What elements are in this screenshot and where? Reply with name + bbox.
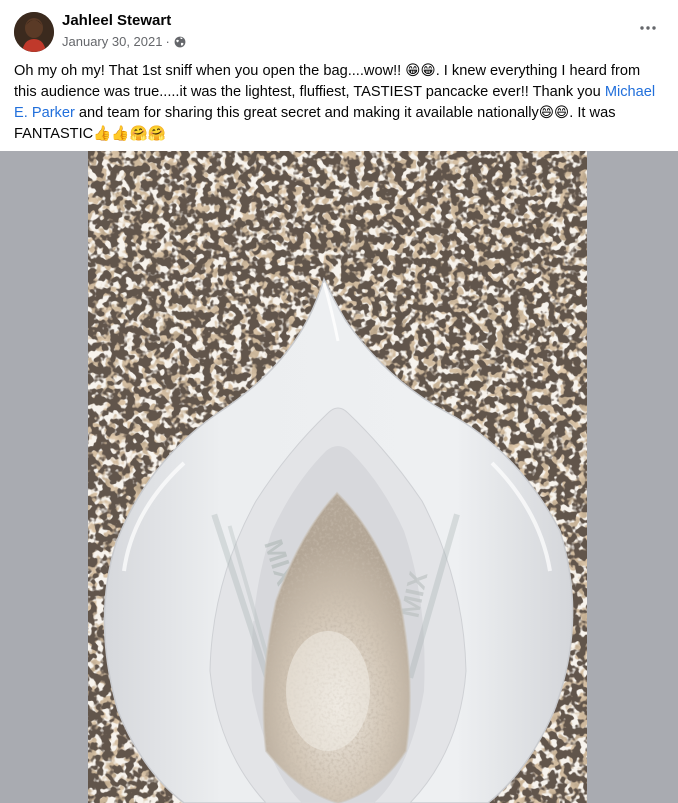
post-date[interactable]: January 30, 2021	[62, 34, 162, 49]
author-avatar[interactable]	[14, 12, 54, 52]
post-header: Jahleel Stewart January 30, 2021 ·	[0, 0, 678, 56]
post-text: Oh my oh my! That 1st sniff when you ope…	[14, 61, 664, 145]
facebook-post: Jahleel Stewart January 30, 2021 · Oh my…	[0, 0, 678, 803]
post-text-part-1: Oh my oh my! That 1st sniff when you ope…	[14, 63, 641, 100]
author-name[interactable]: Jahleel Stewart	[62, 12, 171, 29]
meta-separator: ·	[165, 34, 170, 49]
post-photo[interactable]: MIX MIX	[88, 151, 587, 803]
post-text-part-2: and team for sharing this great secret a…	[14, 105, 616, 142]
photo-container: MIX MIX	[0, 151, 678, 803]
globe-icon[interactable]	[174, 36, 186, 48]
more-horizontal-icon	[640, 26, 656, 30]
post-meta: January 30, 2021 ·	[62, 34, 186, 49]
pancake-mix-bag-photo: MIX MIX	[88, 151, 587, 803]
more-options-button[interactable]	[632, 14, 664, 42]
